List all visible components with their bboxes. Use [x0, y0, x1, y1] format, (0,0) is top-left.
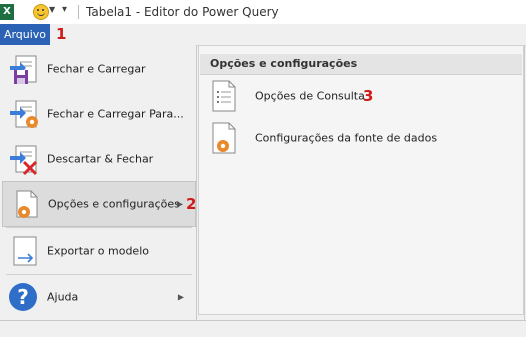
svg-text:?: ? — [17, 285, 29, 309]
menu-item-label: Ajuda — [47, 290, 79, 304]
chevron-right-icon: ▶ — [177, 292, 184, 302]
window-border — [0, 320, 526, 321]
divider — [78, 5, 79, 19]
backstage-right-panel: Opções e configurações Opções de Consult… — [198, 45, 524, 315]
submenu-item-opcoes-de-consulta[interactable]: Opções de Consulta 3 — [207, 76, 517, 116]
export-template-icon — [13, 236, 37, 266]
backstage-left-menu: Fechar e Carregar Fechar e Carregar Para… — [0, 45, 197, 320]
help-icon: ? — [9, 283, 37, 311]
smiley-feedback-icon[interactable] — [33, 4, 49, 20]
menu-item-label: Opções e configurações — [48, 197, 180, 211]
window-border — [524, 45, 525, 320]
tab-arquivo[interactable]: Arquivo — [0, 24, 50, 45]
step-marker-2: 2 — [186, 195, 197, 213]
customize-qat-icon[interactable]: ▾ — [62, 4, 67, 15]
chevron-right-icon: ▶ — [176, 199, 183, 209]
step-marker-1: 1 — [56, 25, 67, 43]
menu-item-exportar-o-modelo[interactable]: Exportar o modelo — [2, 229, 194, 273]
submenu-item-label: Configurações da fonte de dados — [255, 131, 438, 145]
close-and-load-to-icon — [10, 100, 38, 128]
step-marker-3: 3 — [363, 87, 374, 105]
query-options-icon — [212, 80, 236, 112]
menu-bar: Arquivo 1 — [0, 24, 526, 46]
submenu-item-configuracoes-da-fonte-de-dados[interactable]: Configurações da fonte de dados — [207, 118, 517, 158]
data-source-settings-icon — [212, 122, 236, 154]
menu-item-fechar-e-carregar-para[interactable]: Fechar e Carregar Para... — [2, 92, 194, 136]
menu-item-opcoes-e-configuracoes[interactable]: Opções e configurações ▶ — [2, 181, 196, 227]
discard-and-close-icon — [10, 145, 38, 176]
options-settings-icon — [16, 190, 38, 218]
submenu-heading: Opções e configurações — [200, 54, 522, 75]
submenu-heading-text: Opções e configurações — [210, 57, 358, 70]
menu-item-label: Fechar e Carregar — [47, 62, 146, 76]
title-bar: X ▼ ▾ Tabela1 - Editor do Power Query — [0, 0, 526, 24]
menu-item-label: Exportar o modelo — [47, 244, 149, 258]
menu-item-label: Descartar & Fechar — [47, 152, 154, 166]
menu-item-label: Fechar e Carregar Para... — [47, 107, 184, 121]
excel-icon[interactable]: X — [0, 4, 14, 20]
submenu-item-label: Opções de Consulta — [255, 89, 365, 103]
menu-item-descartar-e-fechar[interactable]: Descartar & Fechar — [2, 137, 194, 181]
chevron-down-icon[interactable]: ▼ — [49, 5, 55, 14]
menu-item-fechar-e-carregar[interactable]: Fechar e Carregar — [2, 47, 194, 91]
close-and-load-icon — [10, 55, 37, 84]
divider — [6, 227, 192, 228]
menu-item-ajuda[interactable]: ? Ajuda ▶ — [2, 275, 194, 319]
window-title: Tabela1 - Editor do Power Query — [86, 5, 279, 19]
submenu-panel: Opções e configurações Opções de Consult… — [198, 45, 524, 315]
